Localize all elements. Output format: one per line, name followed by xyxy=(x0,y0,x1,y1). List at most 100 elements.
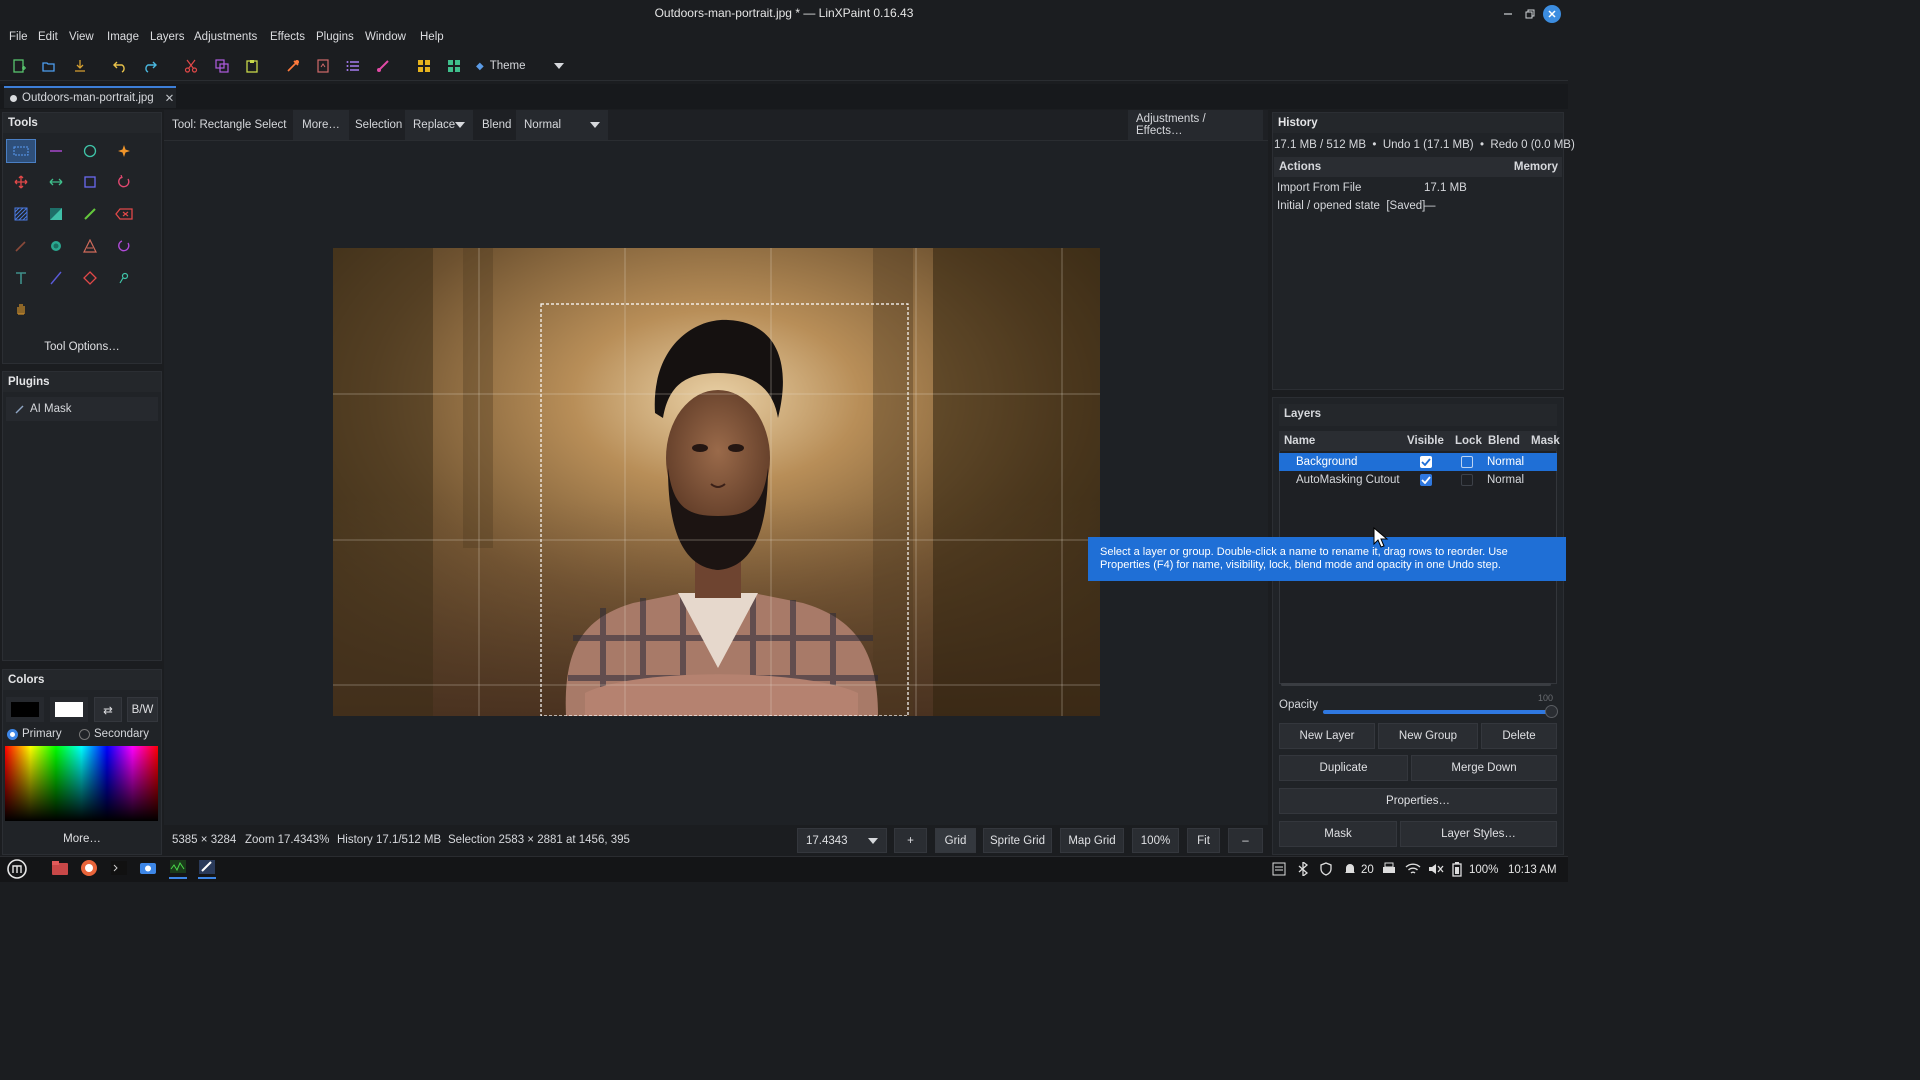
undo-icon[interactable] xyxy=(111,57,129,75)
grid-toggle-button[interactable]: Grid xyxy=(935,828,976,853)
layer-row[interactable]: Background Normal xyxy=(1279,453,1557,471)
color-spectrum-picker[interactable] xyxy=(5,746,158,821)
system-monitor-app-icon[interactable] xyxy=(169,859,187,879)
text-tool-icon[interactable] xyxy=(6,266,36,290)
brush-icon[interactable] xyxy=(374,57,392,75)
list-icon[interactable] xyxy=(344,57,362,75)
files-app-icon[interactable] xyxy=(51,859,69,879)
grid-layout-icon[interactable] xyxy=(415,57,433,75)
zoom-100-button[interactable]: 100% xyxy=(1132,828,1179,853)
layer-properties-button[interactable]: Properties… xyxy=(1279,788,1557,814)
menu-view[interactable]: View xyxy=(69,31,94,43)
close-tab-icon[interactable]: ✕ xyxy=(165,91,175,105)
delete-layer-button[interactable]: Delete xyxy=(1481,723,1557,749)
lock-checkbox[interactable] xyxy=(1461,456,1473,468)
gradient-icon[interactable] xyxy=(41,202,71,226)
clone-stamp-icon[interactable] xyxy=(75,234,105,258)
redo-icon[interactable] xyxy=(141,57,159,75)
plugin-item-ai-mask[interactable]: AI Mask xyxy=(6,397,158,421)
notes-tray-icon[interactable] xyxy=(1272,862,1288,878)
pencil-icon[interactable] xyxy=(6,234,36,258)
colors-more-button[interactable]: More… xyxy=(6,829,158,849)
fit-button[interactable]: Fit xyxy=(1187,828,1220,853)
merge-down-button[interactable]: Merge Down xyxy=(1411,755,1557,781)
wifi-icon[interactable] xyxy=(1405,862,1421,878)
move-selection-icon[interactable] xyxy=(41,170,71,194)
pattern-fill-icon[interactable] xyxy=(6,202,36,226)
cut-icon[interactable] xyxy=(182,57,200,75)
browser-app-icon[interactable] xyxy=(80,859,98,879)
history-row[interactable]: Import From File 17.1 MB xyxy=(1274,180,1562,198)
secondary-color-swatch[interactable] xyxy=(50,697,88,722)
recolor-icon[interactable] xyxy=(109,234,139,258)
camera-app-icon[interactable] xyxy=(139,859,157,879)
document-tab[interactable]: Outdoors-man-portrait.jpg ✕ xyxy=(4,86,176,108)
battery-icon[interactable] xyxy=(1451,862,1465,878)
menu-plugins[interactable]: Plugins xyxy=(316,31,354,43)
pan-hand-icon[interactable] xyxy=(6,296,36,320)
zoom-out-button[interactable]: – xyxy=(1228,828,1263,853)
restore-icon[interactable] xyxy=(1520,4,1540,24)
black-white-button[interactable]: B/W xyxy=(127,697,158,722)
theme-dropdown[interactable]: ◆ Theme xyxy=(476,56,576,76)
adjustments-effects-button[interactable]: Adjustments / Effects… xyxy=(1128,110,1263,140)
new-layer-button[interactable]: New Layer xyxy=(1279,723,1375,749)
primary-color-swatch[interactable] xyxy=(6,697,44,722)
opacity-slider[interactable] xyxy=(1323,710,1551,714)
color-picker-icon[interactable] xyxy=(109,266,139,290)
move-icon[interactable] xyxy=(6,170,36,194)
layers-horizontal-scrollbar[interactable] xyxy=(1281,683,1551,686)
save-icon[interactable] xyxy=(71,57,89,75)
open-file-icon[interactable] xyxy=(40,57,58,75)
visible-checkbox[interactable] xyxy=(1420,474,1432,486)
lock-checkbox[interactable] xyxy=(1461,474,1473,486)
history-row[interactable]: Initial / opened state [Saved] — xyxy=(1274,198,1562,216)
menu-window[interactable]: Window xyxy=(365,31,406,43)
secondary-radio[interactable]: Secondary xyxy=(79,728,149,740)
magic-wand-icon[interactable] xyxy=(109,139,139,163)
rotate-icon[interactable] xyxy=(109,170,139,194)
blend-mode-dropdown[interactable]: Normal xyxy=(516,110,608,140)
map-grid-button[interactable]: Map Grid xyxy=(1060,828,1124,853)
paste-icon[interactable] xyxy=(243,57,261,75)
layer-row[interactable]: AutoMasking Cutout Normal xyxy=(1279,471,1557,489)
ellipse-select-icon[interactable] xyxy=(75,139,105,163)
swap-colors-button[interactable]: ⇄ xyxy=(94,697,122,722)
shapes-icon[interactable] xyxy=(75,266,105,290)
menu-image[interactable]: Image xyxy=(107,31,139,43)
tool-options-button[interactable]: Tool Options… xyxy=(6,336,158,358)
bluetooth-icon[interactable] xyxy=(1297,862,1313,878)
copy-icon[interactable] xyxy=(213,57,231,75)
effects-icon[interactable] xyxy=(284,57,302,75)
shield-icon[interactable] xyxy=(1319,862,1335,878)
rectangle-select-icon[interactable] xyxy=(6,139,36,163)
opacity-slider-handle[interactable] xyxy=(1545,705,1558,718)
eraser-icon[interactable] xyxy=(109,202,139,226)
export-icon[interactable] xyxy=(314,57,332,75)
primary-radio[interactable]: Primary xyxy=(7,728,62,740)
menu-adjustments[interactable]: Adjustments xyxy=(194,31,257,43)
fill-bucket-icon[interactable] xyxy=(41,234,71,258)
lasso-select-icon[interactable] xyxy=(41,139,71,163)
printer-icon[interactable] xyxy=(1382,862,1398,878)
menu-file[interactable]: File xyxy=(9,31,28,43)
more-options-button[interactable]: More… xyxy=(293,110,349,140)
line-tool-icon[interactable] xyxy=(41,266,71,290)
menu-edit[interactable]: Edit xyxy=(38,31,58,43)
notification-icon[interactable] xyxy=(1343,862,1359,878)
terminal-app-icon[interactable] xyxy=(110,859,128,879)
linxpaint-app-icon[interactable] xyxy=(198,859,216,879)
start-menu-icon[interactable] xyxy=(6,859,28,879)
volume-muted-icon[interactable] xyxy=(1428,862,1444,878)
menu-layers[interactable]: Layers xyxy=(150,31,185,43)
menu-effects[interactable]: Effects xyxy=(270,31,305,43)
minimize-icon[interactable] xyxy=(1498,4,1518,24)
close-window-icon[interactable] xyxy=(1543,5,1561,23)
tile-layout-icon[interactable] xyxy=(445,57,463,75)
menu-help[interactable]: Help xyxy=(420,31,444,43)
new-file-icon[interactable] xyxy=(10,57,28,75)
zoom-in-button[interactable]: + xyxy=(894,828,927,853)
crop-icon[interactable] xyxy=(75,170,105,194)
duplicate-layer-button[interactable]: Duplicate xyxy=(1279,755,1408,781)
new-group-button[interactable]: New Group xyxy=(1378,723,1478,749)
